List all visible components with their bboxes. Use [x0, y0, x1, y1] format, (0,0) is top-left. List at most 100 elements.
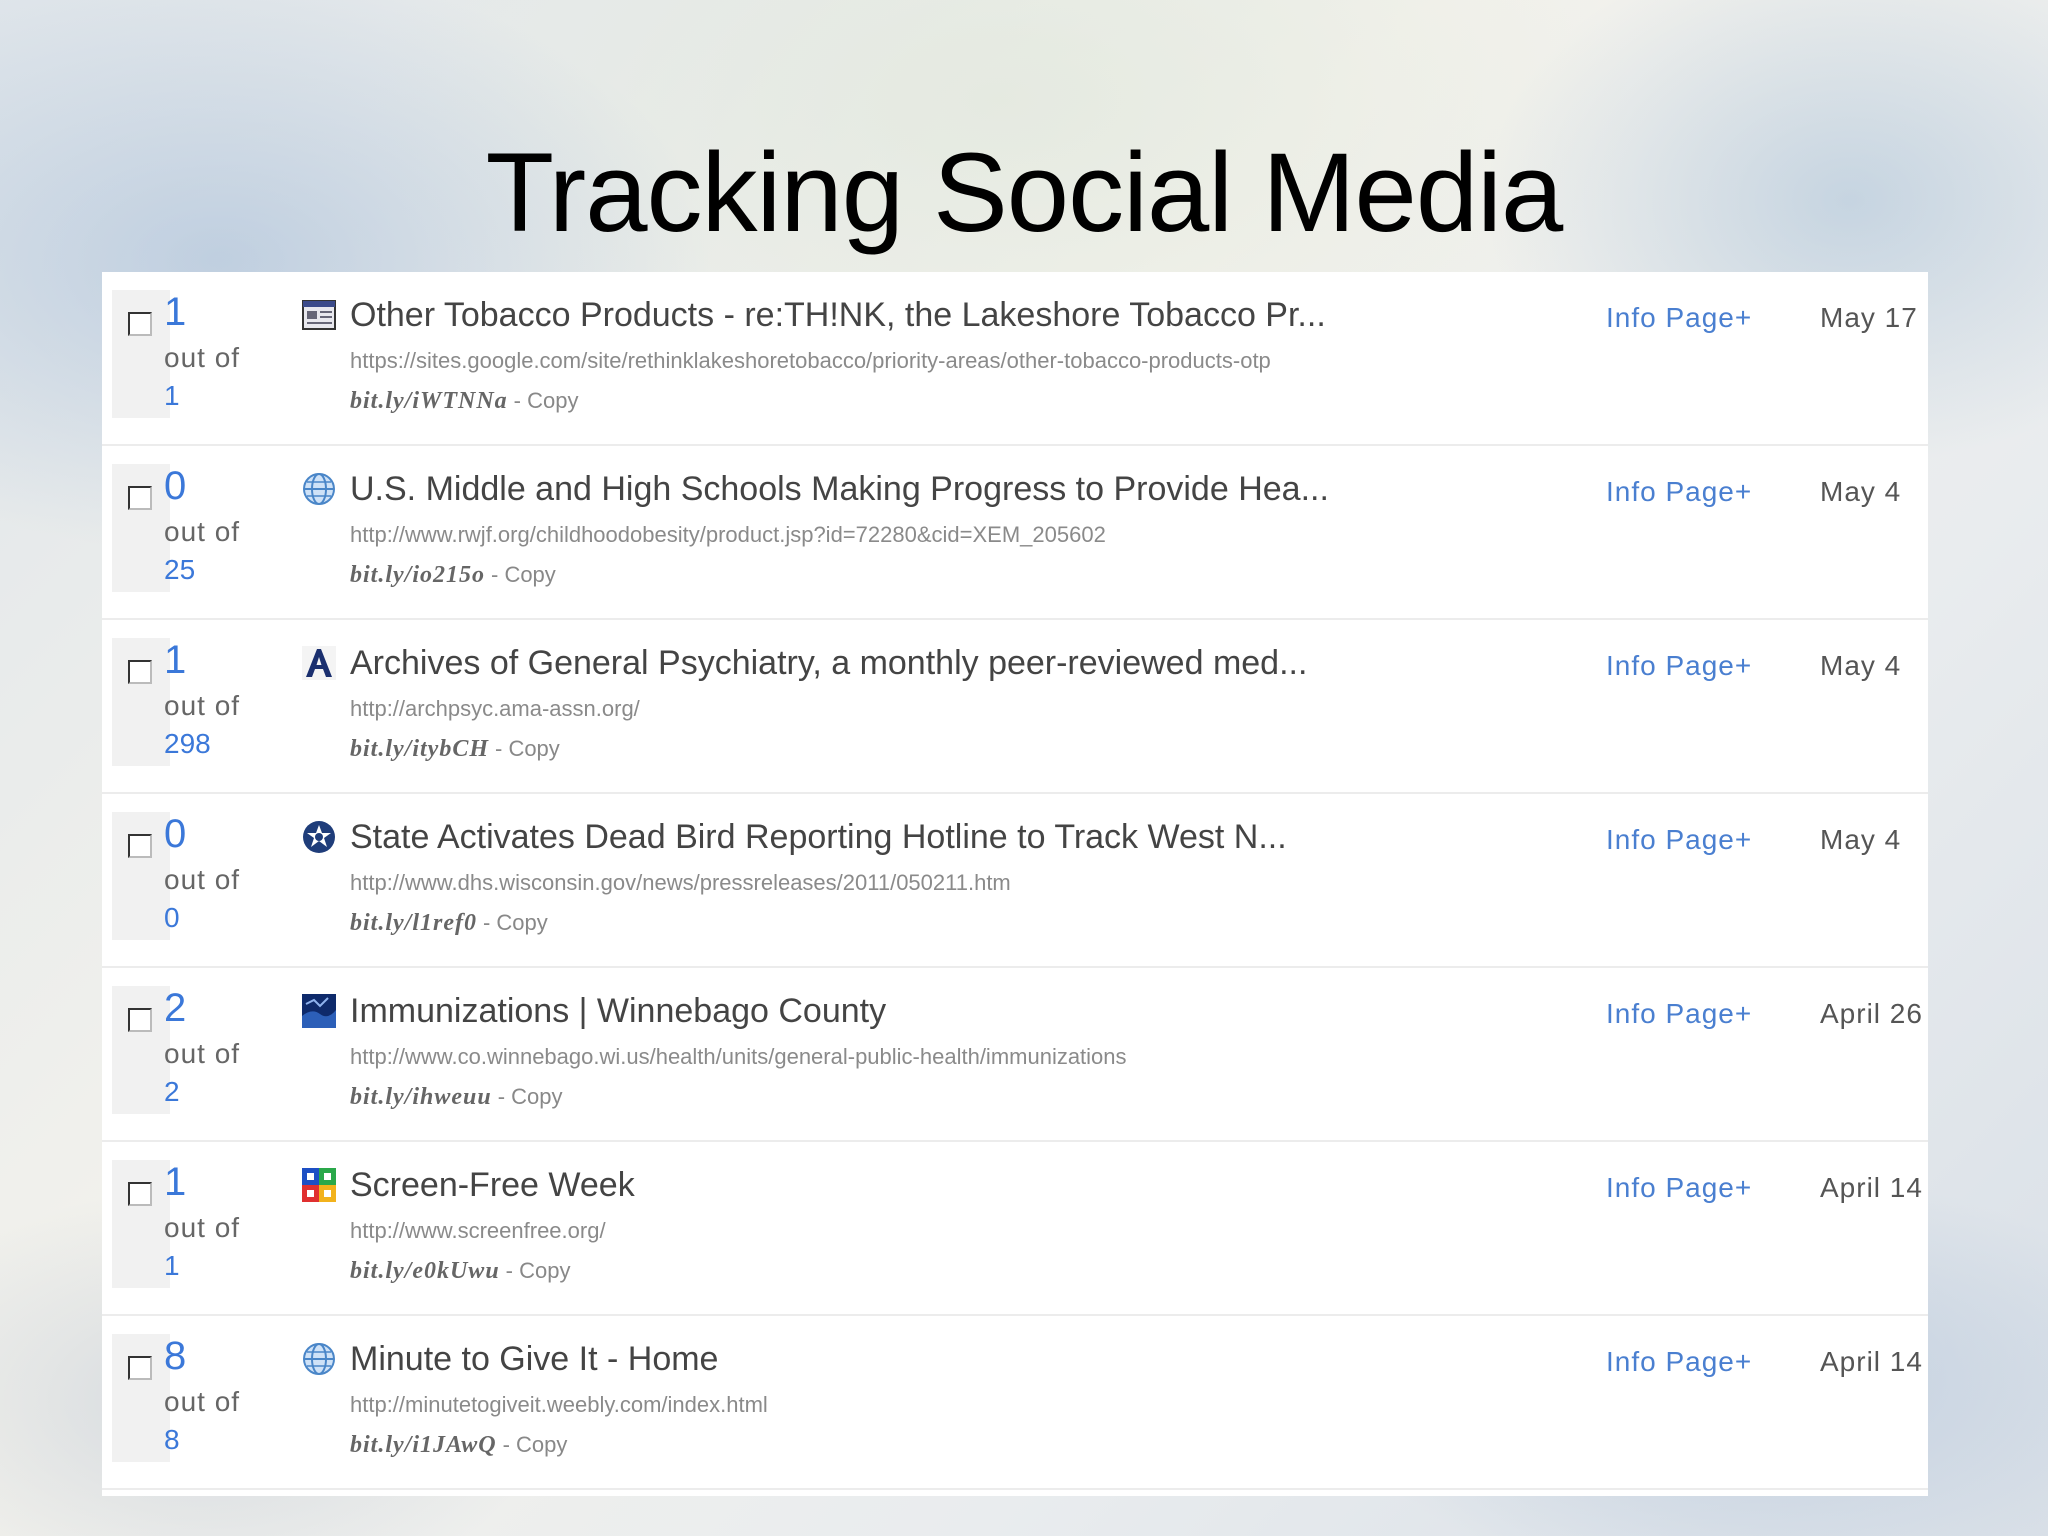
count-column	[112, 464, 170, 592]
total-count[interactable]: 1	[164, 380, 180, 412]
out-of-label: out of	[164, 864, 241, 895]
short-url[interactable]: bit.ly/e0kUwu	[350, 1258, 500, 1284]
total-count[interactable]: 8	[164, 1424, 180, 1456]
link-date: April 14	[1820, 1172, 1923, 1203]
click-count[interactable]: 0	[164, 812, 186, 857]
link-date: May 4	[1820, 476, 1902, 507]
out-of-label: out of	[164, 516, 241, 547]
link-list: 1 out of 1 Other Tobacco Products - re:T…	[102, 272, 1928, 1496]
short-link: bit.ly/l1ref0 - Copy	[350, 910, 548, 937]
count-column	[112, 1334, 170, 1462]
list-item: 2 out of 2 Immunizations | Winnebago Cou…	[102, 968, 1928, 1142]
link-url[interactable]: http://www.dhs.wisconsin.gov/news/pressr…	[350, 870, 1011, 896]
copy-link[interactable]: - Copy	[498, 1084, 563, 1109]
select-checkbox[interactable]	[128, 660, 152, 684]
copy-link[interactable]: - Copy	[495, 736, 560, 761]
ccfc-icon	[302, 1168, 336, 1202]
page-icon	[302, 300, 336, 330]
copy-link[interactable]: - Copy	[503, 1432, 568, 1457]
info-page-link[interactable]: Info Page+	[1606, 1172, 1752, 1204]
county-icon	[302, 994, 336, 1028]
short-link: bit.ly/ihweuu - Copy	[350, 1084, 563, 1111]
select-checkbox[interactable]	[128, 834, 152, 858]
total-count[interactable]: 2	[164, 1076, 180, 1108]
globe-icon	[303, 1343, 335, 1375]
link-url[interactable]: http://www.co.winnebago.wi.us/health/uni…	[350, 1044, 1127, 1070]
link-url[interactable]: http://archpsyc.ama-assn.org/	[350, 696, 640, 722]
link-date: May 4	[1820, 824, 1902, 855]
out-of-label: out of	[164, 1386, 241, 1417]
select-checkbox[interactable]	[128, 486, 152, 510]
select-checkbox[interactable]	[128, 1008, 152, 1032]
short-url[interactable]: bit.ly/iWTNNa	[350, 388, 508, 414]
short-url[interactable]: bit.ly/ihweuu	[350, 1084, 492, 1110]
out-of-label: out of	[164, 1038, 241, 1069]
click-count[interactable]: 2	[164, 986, 186, 1031]
info-page-link[interactable]: Info Page+	[1606, 650, 1752, 682]
link-title[interactable]: Minute to Give It - Home	[350, 1340, 718, 1379]
out-of-label: out of	[164, 690, 241, 721]
link-url[interactable]: https://sites.google.com/site/rethinklak…	[350, 348, 1271, 374]
select-checkbox[interactable]	[128, 1356, 152, 1380]
link-title[interactable]: Screen-Free Week	[350, 1166, 635, 1205]
list-item: 0 out of 25 U.S. Middle and High Schools…	[102, 446, 1928, 620]
select-checkbox[interactable]	[128, 1182, 152, 1206]
short-url[interactable]: bit.ly/itybCH	[350, 736, 489, 762]
select-checkbox[interactable]	[128, 312, 152, 336]
link-url[interactable]: http://www.rwjf.org/childhoodobesity/pro…	[350, 522, 1106, 548]
wisconsin-seal-icon	[303, 821, 335, 853]
info-page-link[interactable]: Info Page+	[1606, 998, 1752, 1030]
link-title[interactable]: Archives of General Psychiatry, a monthl…	[350, 644, 1307, 683]
total-count[interactable]: 25	[164, 554, 195, 586]
letter-a-icon	[302, 646, 336, 680]
list-item: 1 out of 1 Screen-Free Week http://www.s…	[102, 1142, 1928, 1316]
total-count[interactable]: 0	[164, 902, 180, 934]
short-link: bit.ly/iWTNNa - Copy	[350, 388, 578, 415]
count-column	[112, 812, 170, 940]
link-title[interactable]: State Activates Dead Bird Reporting Hotl…	[350, 818, 1287, 857]
link-title[interactable]: Immunizations | Winnebago County	[350, 992, 886, 1031]
link-date: April 26	[1820, 998, 1923, 1029]
link-date: May 17	[1820, 302, 1918, 333]
info-page-link[interactable]: Info Page+	[1606, 476, 1752, 508]
click-count[interactable]: 1	[164, 290, 186, 335]
out-of-label: out of	[164, 1212, 241, 1243]
short-link: bit.ly/e0kUwu - Copy	[350, 1258, 570, 1285]
copy-link[interactable]: - Copy	[483, 910, 548, 935]
link-title[interactable]: Other Tobacco Products - re:TH!NK, the L…	[350, 296, 1326, 335]
short-link: bit.ly/io215o - Copy	[350, 562, 556, 589]
link-date: April 14	[1820, 1346, 1923, 1377]
count-column	[112, 1160, 170, 1288]
link-date: May 4	[1820, 650, 1902, 681]
short-url[interactable]: bit.ly/io215o	[350, 562, 485, 588]
globe-icon	[303, 473, 335, 505]
click-count[interactable]: 0	[164, 464, 186, 509]
info-page-link[interactable]: Info Page+	[1606, 302, 1752, 334]
total-count[interactable]: 298	[164, 728, 211, 760]
click-count[interactable]: 1	[164, 638, 186, 683]
click-count[interactable]: 8	[164, 1334, 186, 1379]
total-count[interactable]: 1	[164, 1250, 180, 1282]
info-page-link[interactable]: Info Page+	[1606, 824, 1752, 856]
link-url[interactable]: http://minutetogiveit.weebly.com/index.h…	[350, 1392, 768, 1418]
copy-link[interactable]: - Copy	[514, 388, 579, 413]
short-url[interactable]: bit.ly/i1JAwQ	[350, 1432, 497, 1458]
click-count[interactable]: 1	[164, 1160, 186, 1205]
link-title[interactable]: U.S. Middle and High Schools Making Prog…	[350, 470, 1329, 509]
list-item: 1 out of 1 Other Tobacco Products - re:T…	[102, 272, 1928, 446]
count-column	[112, 290, 170, 418]
out-of-label: out of	[164, 342, 241, 373]
short-link: bit.ly/itybCH - Copy	[350, 736, 560, 763]
slide-title: Tracking Social Media	[485, 130, 1564, 255]
short-link: bit.ly/i1JAwQ - Copy	[350, 1432, 567, 1459]
copy-link[interactable]: - Copy	[506, 1258, 571, 1283]
list-item: 0 out of 0 State Activates Dead Bird Rep…	[102, 794, 1928, 968]
info-page-link[interactable]: Info Page+	[1606, 1346, 1752, 1378]
list-item: 8 out of 8 Minute to Give It - Home http…	[102, 1316, 1928, 1490]
link-url[interactable]: http://www.screenfree.org/	[350, 1218, 606, 1244]
short-url[interactable]: bit.ly/l1ref0	[350, 910, 477, 936]
copy-link[interactable]: - Copy	[491, 562, 556, 587]
list-item: 1 out of 298 Archives of General Psychia…	[102, 620, 1928, 794]
count-column	[112, 638, 170, 766]
count-column	[112, 986, 170, 1114]
